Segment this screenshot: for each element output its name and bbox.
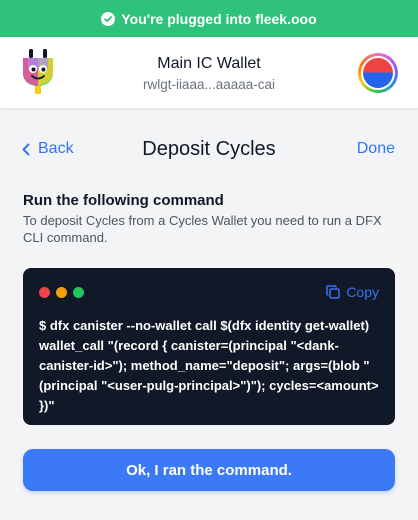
copy-icon xyxy=(326,285,341,299)
instruction-heading: Run the following command xyxy=(23,192,224,209)
copy-button[interactable]: Copy xyxy=(326,284,379,300)
window-dot-yellow xyxy=(56,287,67,298)
confirm-ran-command-button[interactable]: Ok, I ran the command. xyxy=(23,449,395,491)
command-terminal: Copy $ dfx canister --no-wallet call $(d… xyxy=(23,268,395,425)
wallet-avatar[interactable] xyxy=(358,53,398,93)
window-dot-red xyxy=(39,287,50,298)
instruction-description: To deposit Cycles from a Cycles Wallet y… xyxy=(23,213,382,245)
connection-banner: You're plugged into fleek.ooo xyxy=(0,0,418,37)
page-title: Deposit Cycles xyxy=(142,138,276,160)
wallet-header: Main IC Wallet rwlgt-iiaaa...aaaaa-cai xyxy=(0,37,418,108)
banner-text: You're plugged into xyxy=(121,10,252,27)
dfx-command-text[interactable]: $ dfx canister --no-wallet call $(dfx id… xyxy=(39,316,381,416)
wallet-name: Main IC Wallet xyxy=(157,55,261,72)
copy-label: Copy xyxy=(346,284,379,300)
page-nav: Back Deposit Cycles Done xyxy=(0,130,418,170)
check-circle-icon xyxy=(101,11,116,26)
done-button[interactable]: Done xyxy=(357,140,395,158)
window-dot-green xyxy=(73,287,84,298)
wallet-principal-id[interactable]: rwlgt-iiaaa...aaaaa-cai xyxy=(0,77,418,92)
banner-site: fleek.ooo xyxy=(255,10,317,27)
